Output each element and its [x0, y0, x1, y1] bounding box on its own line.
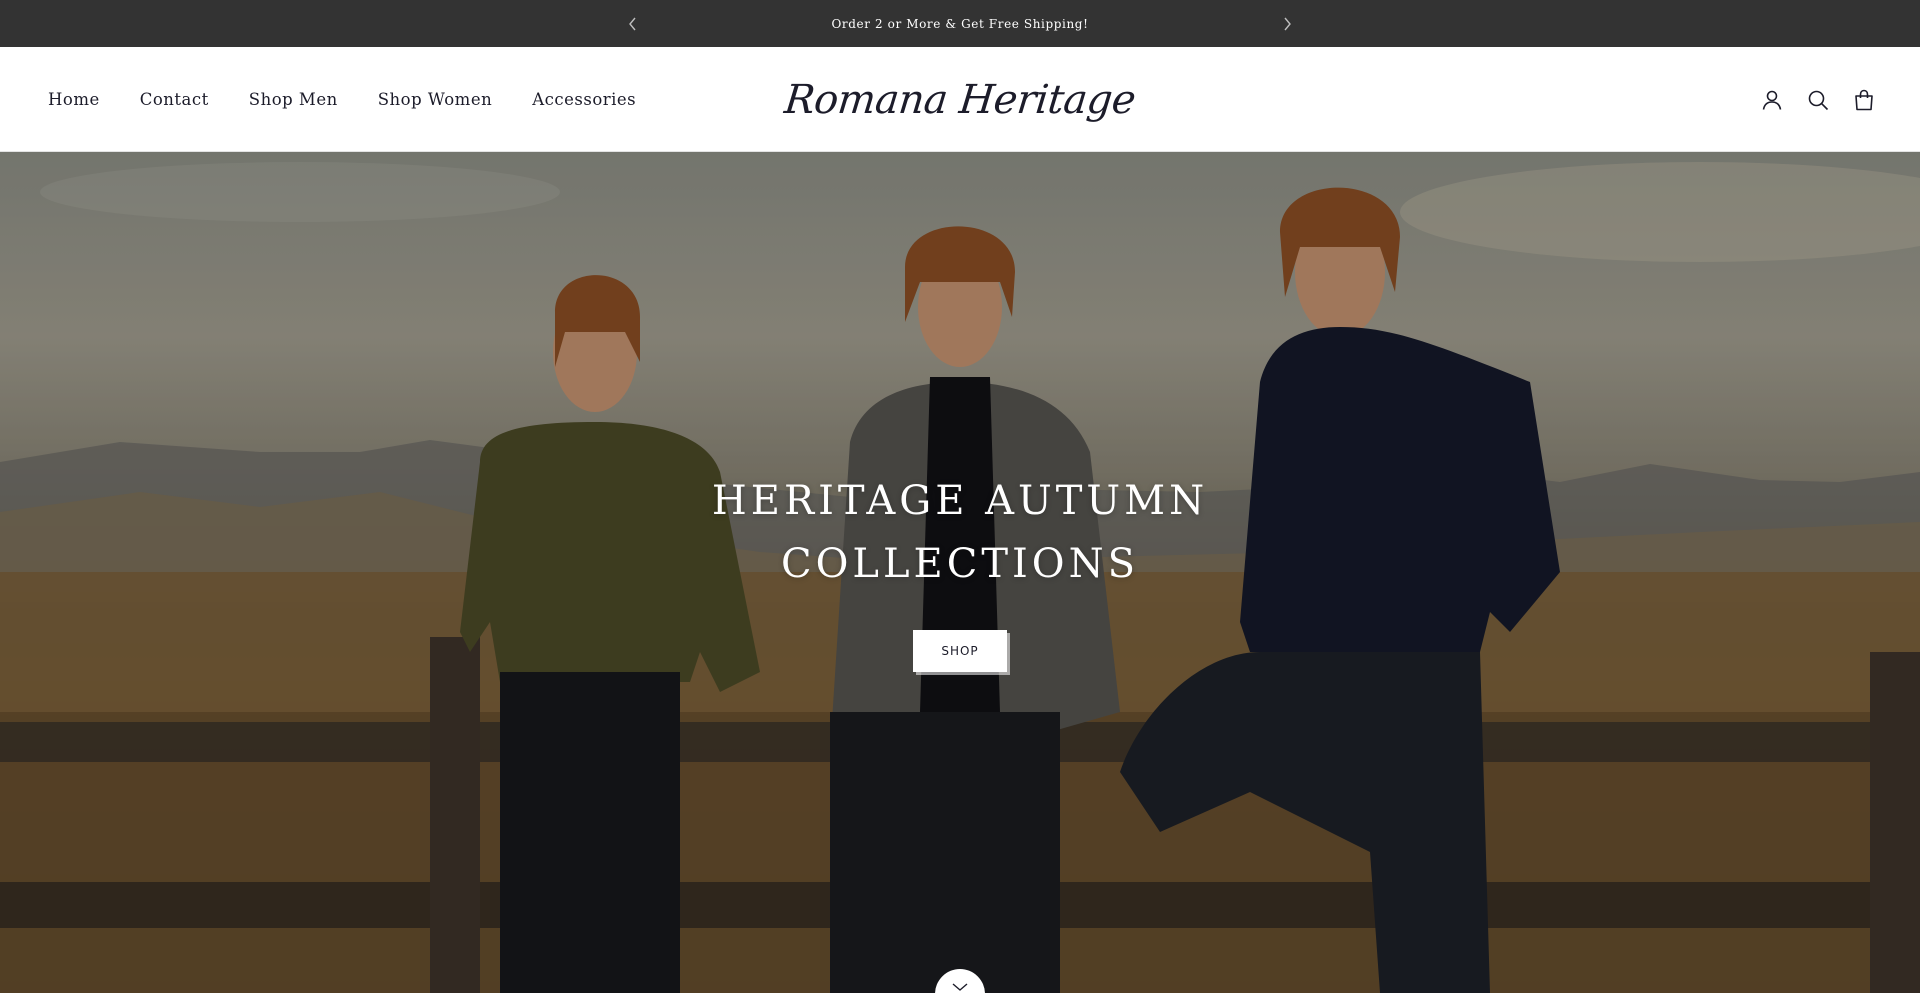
account-button[interactable]: [1760, 88, 1784, 112]
header-actions: [1760, 47, 1876, 152]
hero-title-line-2: COLLECTIONS: [780, 541, 1139, 587]
nav-accessories[interactable]: Accessories: [532, 90, 636, 109]
announcement-next-button[interactable]: [1274, 11, 1300, 37]
chevron-down-icon: [952, 983, 968, 991]
hero-title: HERITAGE AUTUMN COLLECTIONS: [0, 470, 1920, 596]
announcement-message: Order 2 or More & Get Free Shipping!: [831, 16, 1089, 31]
nav-home[interactable]: Home: [48, 90, 100, 109]
chevron-right-icon: [1284, 17, 1291, 31]
main-nav: Home Contact Shop Men Shop Women Accesso…: [48, 47, 636, 152]
cart-bag-icon: [1855, 89, 1873, 110]
nav-shop-women[interactable]: Shop Women: [378, 90, 492, 109]
account-icon: [1762, 90, 1782, 110]
announcement-bar: Order 2 or More & Get Free Shipping!: [0, 0, 1920, 47]
hero-banner: HERITAGE AUTUMN COLLECTIONS SHOP: [0, 152, 1920, 993]
hero-title-line-1: HERITAGE AUTUMN: [711, 478, 1209, 524]
nav-contact[interactable]: Contact: [140, 90, 209, 109]
site-logo[interactable]: Romana Heritage: [754, 47, 1165, 152]
shop-button[interactable]: SHOP: [913, 630, 1007, 672]
site-header: Home Contact Shop Men Shop Women Accesso…: [0, 47, 1920, 152]
search-button[interactable]: [1806, 88, 1830, 112]
cart-button[interactable]: [1852, 88, 1876, 112]
nav-shop-men[interactable]: Shop Men: [249, 90, 338, 109]
search-icon: [1808, 90, 1829, 110]
